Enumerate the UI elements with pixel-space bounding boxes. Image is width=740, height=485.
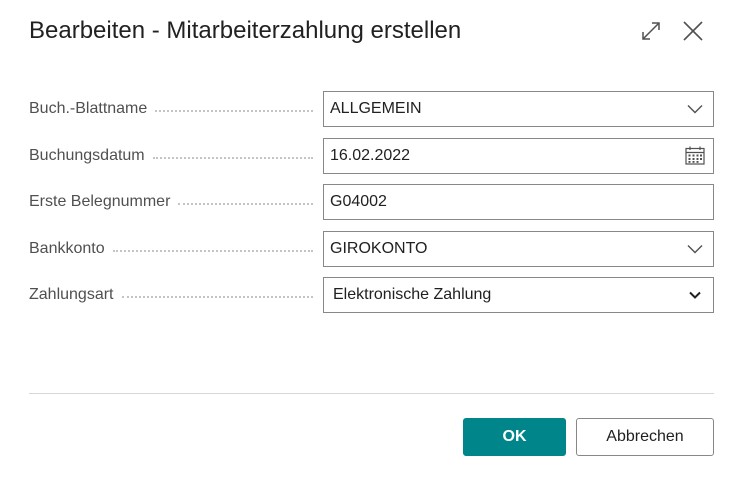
dotted-leader <box>155 110 313 112</box>
chevron-down-icon[interactable] <box>677 232 713 266</box>
bank-account-dropdown[interactable]: GIROKONTO <box>323 230 714 267</box>
cancel-button[interactable]: Abbrechen <box>576 418 714 456</box>
close-icon <box>683 21 703 41</box>
journal-batch-label: Buch.-Blattname <box>29 100 148 117</box>
footer-divider <box>29 393 714 394</box>
posting-date-field[interactable]: 16.02.2022 <box>323 137 714 174</box>
payment-form: Buch.-Blattname ALLGEMEIN Buchungsdatum … <box>29 91 714 324</box>
chevron-down-icon[interactable] <box>677 92 713 126</box>
ok-button[interactable]: OK <box>463 418 566 456</box>
expand-icon <box>642 22 660 40</box>
close-button[interactable] <box>680 18 706 44</box>
bank-account-label: Bankkonto <box>29 239 105 257</box>
first-document-number-label: Erste Belegnummer <box>29 193 171 210</box>
dotted-leader <box>121 296 313 298</box>
payment-type-select[interactable]: Elektronische Zahlung <box>323 277 714 313</box>
dotted-leader <box>112 249 313 252</box>
dotted-leader <box>178 203 313 205</box>
posting-date-value: 16.02.2022 <box>330 146 411 164</box>
calendar-icon[interactable] <box>677 139 713 173</box>
field-row-bank-account: Bankkonto GIROKONTO <box>29 230 714 267</box>
dialog-header-actions <box>638 18 706 44</box>
payment-type-label: Zahlungsart <box>29 286 114 303</box>
payment-type-value: Elektronische Zahlung <box>333 286 492 303</box>
field-row-first-document-number: Erste Belegnummer G04002 <box>29 184 714 220</box>
journal-batch-dropdown[interactable]: ALLGEMEIN <box>323 91 714 127</box>
first-document-number-input[interactable]: G04002 <box>323 184 714 220</box>
dotted-leader <box>152 156 313 159</box>
journal-batch-value: ALLGEMEIN <box>330 100 422 117</box>
bank-account-value: GIROKONTO <box>330 239 428 257</box>
field-row-journal-batch: Buch.-Blattname ALLGEMEIN <box>29 91 714 127</box>
first-document-number-value: G04002 <box>330 193 387 210</box>
field-row-payment-type: Zahlungsart Elektronische Zahlung <box>29 277 714 313</box>
chevron-down-icon[interactable] <box>677 278 713 312</box>
expand-button[interactable] <box>638 18 664 44</box>
dialog-title: Bearbeiten - Mitarbeiterzahlung erstelle… <box>29 17 462 44</box>
dialog: Bearbeiten - Mitarbeiterzahlung erstelle… <box>0 0 740 485</box>
posting-date-label: Buchungsdatum <box>29 146 145 164</box>
field-row-posting-date: Buchungsdatum 16.02.2022 <box>29 137 714 174</box>
